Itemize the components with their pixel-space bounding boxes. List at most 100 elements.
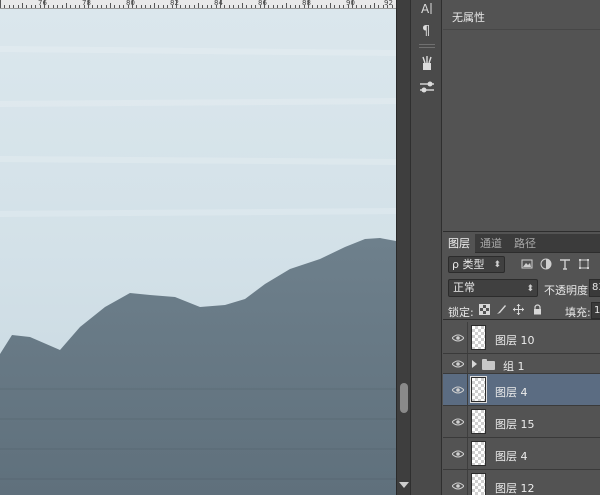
lock-position-icon[interactable] [513,304,524,316]
ruler-tick [392,5,393,8]
ruler-tick [308,0,309,8]
horizontal-ruler: 76 78 80 82 84 86 88 90 92 [0,0,396,9]
document-canvas[interactable] [0,9,396,495]
layer-row[interactable]: 图层 15 [443,406,600,438]
eye-icon[interactable] [452,360,464,368]
fill-input[interactable]: 100% [591,302,600,319]
scroll-down-arrow-icon[interactable] [399,482,409,488]
ruler-tick [66,3,67,8]
layer-thumbnail[interactable] [471,325,486,350]
ruler-tick [383,5,384,8]
type-filter-icon[interactable] [559,258,571,271]
ruler-tick [330,3,331,8]
eye-icon[interactable] [452,334,464,342]
layer-name[interactable]: 图层 4 [495,384,528,400]
ruler-tick [194,5,195,8]
tool-presets-icon[interactable] [418,78,436,96]
opacity-input[interactable]: 83% [589,279,600,297]
ruler-tick [255,5,256,8]
ruler-tick [114,5,115,8]
scrollbar-thumb[interactable] [400,383,408,413]
ruler-tick [260,5,261,8]
layer-row[interactable]: 图层 12 [443,470,600,495]
blend-opacity-row: 正常 ⬍ 不透明度: 83% [443,277,600,299]
ruler-tick [106,5,107,8]
ruler-tick [4,5,5,8]
layers-panel: 图层 通道 路径 ρ 类型 ⬍ 正常 ⬍ 不透明度: 8 锁定: 填充: 1 图… [443,234,600,495]
ruler-tick [251,5,252,8]
layer-name[interactable]: 图层 10 [495,332,535,348]
ruler-tick [264,0,265,8]
layer-thumbnail[interactable] [471,409,486,434]
visibility-divider [467,438,468,469]
layer-thumbnail[interactable] [470,376,487,403]
ruler-tick [88,0,89,8]
layer-row[interactable]: 图层 4 [443,374,600,406]
tab-layers[interactable]: 图层 [443,234,475,253]
ruler-tick [277,5,278,8]
canvas-artwork [0,9,396,495]
lock-all-icon[interactable] [532,304,543,316]
ruler-tick [70,5,71,8]
ruler-tick [334,5,335,8]
panel-icon-strip: A ¶ [410,0,442,495]
ruler-tick [132,0,133,8]
svg-text:A: A [421,2,430,16]
chevron-updown-icon: ⬍ [493,260,501,270]
tab-paths[interactable]: 路径 [509,234,541,253]
ruler-tick [348,5,349,8]
eye-icon[interactable] [452,450,464,458]
layer-name[interactable]: 图层 4 [495,448,528,464]
ruler-tick [238,5,239,8]
fill-label: 填充: [565,306,591,319]
ruler-tick [101,5,102,8]
ruler-tick [317,5,318,8]
ruler-tick [374,3,375,8]
shape-filter-icon[interactable] [578,258,590,271]
ruler-tick [9,5,10,8]
lock-image-pixels-icon[interactable] [496,304,507,316]
ruler-tick [378,5,379,8]
ruler-tick [365,5,366,8]
canvas-vertical-scrollbar[interactable] [396,0,410,495]
ruler-tick [145,5,146,8]
character-icon[interactable]: A [418,0,436,18]
image-filter-icon[interactable] [521,258,533,271]
strip-divider [419,44,435,45]
chevron-updown-icon: ⬍ [526,284,534,294]
paragraph-icon[interactable]: ¶ [418,21,436,39]
ruler-tick [273,5,274,8]
ruler-tick [207,5,208,8]
lock-transparent-pixels-icon[interactable] [479,304,490,316]
ruler-tick [198,3,199,8]
ruler-tick [79,5,80,8]
eye-icon[interactable] [452,386,464,394]
ruler-tick [62,5,63,8]
expand-triangle-icon[interactable] [472,360,477,368]
eye-icon[interactable] [452,482,464,490]
layer-thumbnail[interactable] [471,441,486,466]
ruler-tick [136,5,137,8]
brush-presets-icon[interactable] [418,54,436,72]
blend-mode-select[interactable]: 正常 ⬍ [448,279,538,297]
layer-row[interactable]: 图层 10 [443,322,600,354]
svg-text:¶: ¶ [422,24,430,39]
ruler-tick [154,3,155,8]
layer-name[interactable]: 图层 15 [495,416,535,432]
layer-name[interactable]: 图层 12 [495,480,535,495]
group-name[interactable]: 组 1 [503,358,525,374]
layer-filter-row: ρ 类型 ⬍ [443,254,600,276]
properties-title: 无属性 [452,11,485,24]
layer-thumbnail[interactable] [471,473,486,495]
tab-channels[interactable]: 通道 [475,234,507,253]
filter-kind-select[interactable]: ρ 类型 ⬍ [448,256,505,273]
adjustment-filter-icon[interactable] [540,258,552,271]
ruler-tick [141,5,142,8]
ruler-tick [53,5,54,8]
layer-row[interactable]: 图层 4 [443,438,600,470]
lock-label: 锁定: [448,306,474,319]
layer-list[interactable]: 图层 10 组 1 图层 4 图层 15 图层 4 图层 12 [443,322,600,495]
eye-icon[interactable] [452,418,464,426]
layer-group-row[interactable]: 组 1 [443,354,600,374]
ruler-tick [13,5,14,8]
